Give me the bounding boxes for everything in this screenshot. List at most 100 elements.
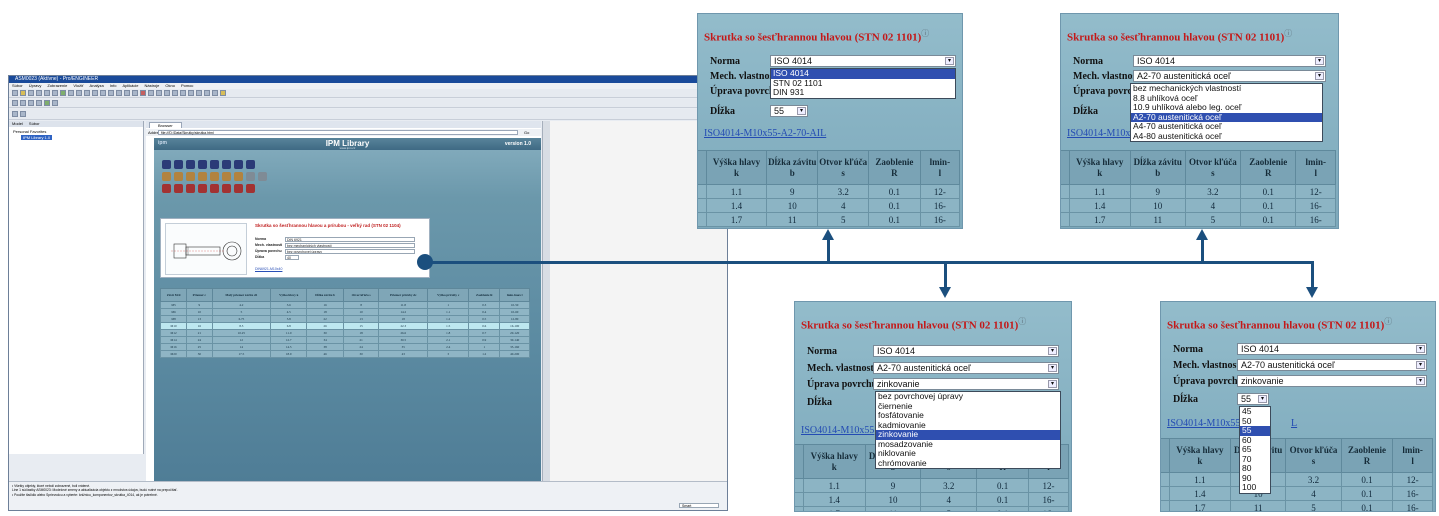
table-row[interactable]: M20 30 17.5 18.9 46 30 43 3 1.2 40-200 <box>159 350 530 358</box>
ring-category-icon[interactable] <box>222 160 231 169</box>
table-row[interactable]: M6 10 5 4.5 18 10 14.2 1.1 0.4 10-60 <box>159 308 530 316</box>
washer-category-icon[interactable] <box>186 160 195 169</box>
part-designation-link[interactable]: ISO4014-M10x55-A2-70-AIL <box>704 128 826 139</box>
regenerate-icon[interactable] <box>60 90 66 96</box>
redo-icon[interactable] <box>52 90 58 96</box>
table-row[interactable]: 1.71150.116- <box>795 506 1069 511</box>
table-row[interactable]: M5 9 4.2 3.6 16 8 11.8 1 0.3 10-50 <box>159 301 530 309</box>
table-row[interactable]: M8 13 6.75 5.8 22 13 18 1.2 0.5 12-80 <box>159 315 530 323</box>
layer-icon[interactable] <box>220 90 226 96</box>
screw-category-icon[interactable] <box>210 160 219 169</box>
open-folder-icon[interactable] <box>20 90 26 96</box>
chevron-down-icon[interactable]: ▾ <box>1315 57 1324 65</box>
tree-item-ipm-library[interactable]: IPM Library 1.0 <box>17 135 53 141</box>
go-button[interactable]: Go <box>524 129 529 136</box>
bolt-variant-2-icon[interactable] <box>174 184 183 193</box>
home-icon[interactable] <box>44 100 50 106</box>
socket-screw-icon[interactable] <box>186 172 195 181</box>
part-designation-link-start[interactable]: ISO4014-M10x55 <box>1167 418 1240 429</box>
bolt-variant-1-icon[interactable] <box>162 184 171 193</box>
norma-select[interactable]: ISO 4014 ▾ <box>770 55 956 67</box>
table-row[interactable]: 1.71150.116- <box>1061 212 1336 227</box>
datum-point-icon[interactable] <box>140 90 146 96</box>
option-100[interactable]: 100 <box>1240 482 1270 493</box>
nav-stop-icon[interactable] <box>36 100 42 106</box>
wireframe-icon[interactable] <box>108 90 114 96</box>
chevron-down-icon[interactable]: ▾ <box>1048 347 1057 355</box>
info-icon[interactable]: ⓘ <box>1284 29 1292 38</box>
orient-icon[interactable] <box>92 90 98 96</box>
print-icon[interactable] <box>36 90 42 96</box>
table-row[interactable]: 1.193.20.112- <box>698 184 961 199</box>
bolt-variant-7-icon[interactable] <box>234 184 243 193</box>
info-icon[interactable]: ⓘ <box>1018 317 1026 326</box>
rivet-category-icon[interactable] <box>234 160 243 169</box>
bolt-category-icon[interactable] <box>162 160 171 169</box>
dlzka-select[interactable]: 55 ▾ <box>770 105 808 117</box>
table-row[interactable]: 1.4 10 4 0.1 16- <box>795 492 1069 507</box>
new-file-icon[interactable] <box>12 90 18 96</box>
pin-category-icon[interactable] <box>198 160 207 169</box>
chamfer-icon[interactable] <box>196 90 202 96</box>
bolt-variant-5-icon[interactable] <box>210 184 219 193</box>
tab-model[interactable]: Model <box>12 121 23 127</box>
table-row[interactable]: 1.4 10 4 0.1 16- <box>698 198 961 213</box>
chevron-down-icon[interactable]: ▾ <box>1258 395 1267 403</box>
norma-select[interactable]: ISO 4014 ▾ <box>1237 343 1427 355</box>
table-row[interactable]: M12 21 10.25 11.0 30 18 26.6 1.8 0.7 20-120 <box>159 329 530 337</box>
table-row[interactable]: M16 25 14 14.5 38 24 35 2.4 1 35-160 <box>159 343 530 351</box>
nav-refresh-icon[interactable] <box>28 100 34 106</box>
folder-tree-icon[interactable] <box>12 111 18 117</box>
option-chromovanie[interactable]: chrómovanie <box>876 458 1060 469</box>
dlzka-select[interactable]: 55 ▾ <box>1237 393 1269 405</box>
chevron-down-icon[interactable]: ▾ <box>1048 364 1057 372</box>
favorites-icon[interactable] <box>20 111 26 117</box>
norma-select[interactable]: ISO 4014 ▾ <box>873 345 1059 357</box>
hex-bolt-icon[interactable] <box>162 172 171 181</box>
bolt-variant-4-icon[interactable] <box>198 184 207 193</box>
table-row[interactable]: 1.71150.116- <box>1161 500 1433 511</box>
info-icon[interactable]: ⓘ <box>921 29 929 38</box>
address-input[interactable]: file:///D:/Data/Skrutky/skrutka.html <box>158 130 518 135</box>
eye-bolt-icon[interactable] <box>210 172 219 181</box>
part-designation-link[interactable]: ISO4014-M10x55 <box>801 425 874 436</box>
pattern-icon[interactable] <box>204 90 210 96</box>
shading-icon[interactable] <box>100 90 106 96</box>
zoom-out-icon[interactable] <box>76 90 82 96</box>
refit-icon[interactable] <box>84 90 90 96</box>
part-designation-link[interactable]: DIN6921-M10x40 <box>255 267 282 271</box>
tab-file[interactable]: Súbor <box>29 121 40 127</box>
mech-select[interactable]: A2-70 austenitická oceľ ▾ <box>1133 70 1326 82</box>
nav-forward-icon[interactable] <box>20 100 26 106</box>
table-row[interactable]: M10 16 8.5 6.8 26 15 22.3 1.5 0.6 16-100 <box>159 322 530 330</box>
mirror-icon[interactable] <box>212 90 218 96</box>
undo-icon[interactable] <box>44 90 50 96</box>
chevron-down-icon[interactable]: ▾ <box>945 57 954 65</box>
t-bolt-icon[interactable] <box>222 172 231 181</box>
datum-plane-icon[interactable] <box>124 90 130 96</box>
tab-browser[interactable]: Browser <box>149 122 182 128</box>
revolve-icon[interactable] <box>172 90 178 96</box>
table-row[interactable]: 1.4 10 4 0.1 16- <box>1061 198 1336 213</box>
filter-select[interactable]: Smart <box>679 503 719 508</box>
extrude-icon[interactable] <box>164 90 170 96</box>
chevron-down-icon[interactable]: ▾ <box>1315 72 1324 80</box>
norma-select[interactable]: DIN 6921 <box>285 237 415 242</box>
mech-select[interactable]: A2-70 austenitická oceľ ▾ <box>873 362 1059 374</box>
round-nut-icon[interactable] <box>258 172 267 181</box>
hidden-line-icon[interactable] <box>116 90 122 96</box>
uprava-select[interactable]: zinkovanie ▾ <box>1237 375 1427 387</box>
nut-category-icon[interactable] <box>174 160 183 169</box>
option-a4-80[interactable]: A4-80 austenitická oceľ <box>1131 131 1322 142</box>
chevron-down-icon[interactable]: ▾ <box>1048 380 1057 388</box>
option-din-931[interactable]: DIN 931 <box>771 87 955 98</box>
mech-select[interactable]: bez mechanických vlastností <box>285 243 415 248</box>
table-row[interactable]: M14 24 12 12.7 34 21 30.5 2.1 0.9 30-140 <box>159 336 530 344</box>
chevron-down-icon[interactable]: ▾ <box>1416 361 1425 369</box>
dlzka-select[interactable]: 40 <box>285 255 299 260</box>
datum-axis-icon[interactable] <box>132 90 138 96</box>
table-row[interactable]: 1.4 10 4 0.1 16- <box>1161 486 1433 501</box>
bolt-variant-8-icon[interactable] <box>246 184 255 193</box>
chevron-down-icon[interactable]: ▾ <box>797 107 806 115</box>
mech-select[interactable]: A2-70 austenitická oceľ ▾ <box>1237 359 1427 371</box>
